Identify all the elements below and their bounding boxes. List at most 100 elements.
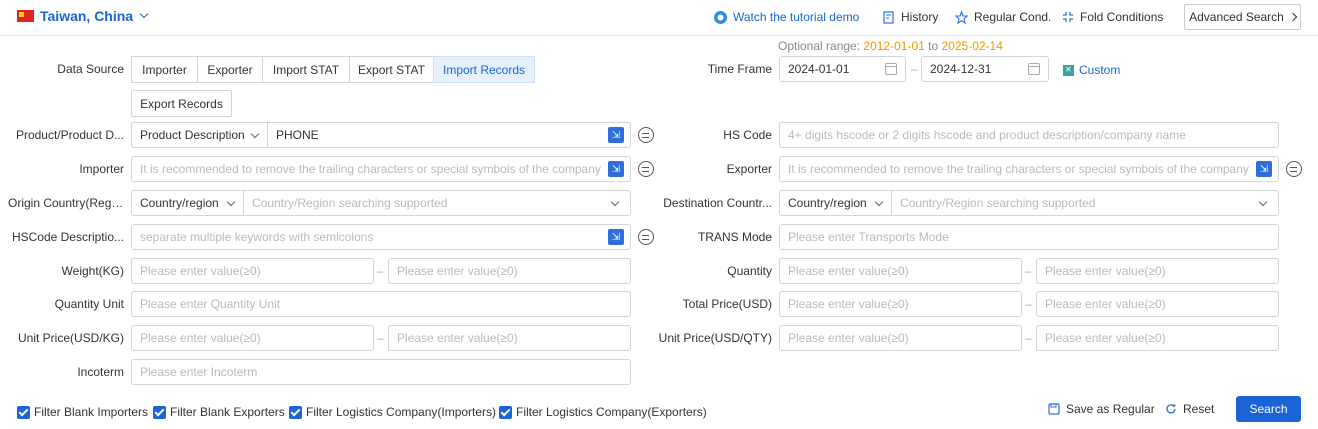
unit-price-kg-min-input[interactable]: Please enter value(≥0): [131, 325, 374, 351]
checkbox-checked-icon: [289, 405, 302, 419]
chevron-down-icon: [226, 197, 236, 207]
range-separator: –: [377, 264, 384, 278]
range-separator: –: [377, 331, 384, 345]
ai-chat-icon[interactable]: [1286, 161, 1302, 177]
range-separator: –: [1025, 331, 1032, 345]
unit-price-kg-max-input[interactable]: Please enter value(≥0): [388, 325, 631, 351]
end-date-field[interactable]: 2024-12-31: [921, 56, 1049, 82]
unit-price-qty-label: Unit Price(USD/QTY): [658, 331, 772, 345]
unit-price-qty-max-input[interactable]: Please enter value(≥0): [1036, 325, 1279, 351]
flag-icon: [17, 10, 34, 22]
tutorial-link[interactable]: Watch the tutorial demo: [714, 10, 859, 24]
chevron-down-icon: [250, 129, 260, 139]
exporter-input[interactable]: It is recommended to remove the trailing…: [779, 156, 1279, 182]
hscode-desc-label: HSCode Descriptio...: [11, 230, 124, 244]
checkbox-checked-icon: [17, 405, 30, 419]
origin-input[interactable]: Country/Region searching supported: [243, 190, 631, 216]
save-as-regular-button[interactable]: Save as Regular: [1047, 402, 1155, 416]
fold-conditions-link[interactable]: Fold Conditions: [1061, 10, 1163, 24]
weight-max-input[interactable]: Please enter value(≥0): [388, 258, 631, 284]
expand-icon[interactable]: ⇲: [608, 127, 624, 143]
ai-chat-icon[interactable]: [638, 229, 654, 245]
date-separator: –: [911, 62, 918, 76]
source-import-records[interactable]: Import Records: [433, 56, 535, 83]
hs-code-input[interactable]: 4+ digits hscode or 2 digits hscode and …: [779, 122, 1279, 148]
history-link[interactable]: History: [882, 10, 938, 24]
play-icon: [714, 10, 727, 24]
origin-label: Origin Country(Regi...: [8, 196, 124, 210]
total-price-min-input[interactable]: Please enter value(≥0): [779, 291, 1022, 317]
exporter-label: Exporter: [726, 162, 772, 176]
quantity-label: Quantity: [727, 264, 772, 278]
quantity-unit-input[interactable]: Please enter Quantity Unit: [131, 291, 631, 317]
total-price-max-input[interactable]: Please enter value(≥0): [1036, 291, 1279, 317]
quantity-min-input[interactable]: Please enter value(≥0): [779, 258, 1022, 284]
hs-code-label: HS Code: [723, 128, 772, 142]
destination-input[interactable]: Country/Region searching supported: [891, 190, 1279, 216]
custom-range-link[interactable]: Custom: [1063, 63, 1120, 77]
hscode-desc-input[interactable]: separate multiple keywords with semicolo…: [131, 224, 631, 250]
calendar-icon: [1028, 63, 1040, 75]
trans-mode-input[interactable]: Please enter Transports Mode: [779, 224, 1279, 250]
checkbox-checked-icon: [499, 405, 512, 419]
weight-label: Weight(KG): [61, 264, 124, 278]
source-import-stat[interactable]: Import STAT: [262, 56, 350, 83]
star-icon: [955, 10, 968, 24]
history-icon: [882, 10, 895, 24]
reset-button[interactable]: Reset: [1164, 402, 1214, 416]
incoterm-input[interactable]: Please enter Incoterm: [131, 359, 631, 385]
product-type-select[interactable]: Product Description: [131, 122, 268, 148]
top-bar: Taiwan, China Watch the tutorial demo Hi…: [0, 0, 1318, 36]
optional-range: Optional range: 2012-01-01 to 2025-02-14: [778, 39, 1003, 53]
calendar-icon: [885, 63, 897, 75]
chevron-down-icon: [139, 9, 149, 19]
origin-type-select[interactable]: Country/region: [131, 190, 244, 216]
advanced-search-button[interactable]: Advanced Search: [1184, 4, 1301, 30]
destination-label: Destination Countr...: [663, 196, 772, 210]
data-source-label: Data Source: [57, 62, 124, 76]
weight-min-input[interactable]: Please enter value(≥0): [131, 258, 374, 284]
ai-chat-icon[interactable]: [638, 161, 654, 177]
checkbox-checked-icon: [153, 405, 166, 419]
ai-chat-icon[interactable]: [638, 127, 654, 143]
regular-cond-link[interactable]: Regular Cond.: [955, 10, 1051, 24]
chevron-down-icon: [874, 197, 884, 207]
fold-icon: [1061, 11, 1074, 24]
range-separator: –: [1025, 264, 1032, 278]
country-label: Taiwan, China: [40, 8, 134, 24]
country-selector[interactable]: Taiwan, China: [17, 8, 149, 24]
quantity-max-input[interactable]: Please enter value(≥0): [1036, 258, 1279, 284]
product-label: Product/Product D...: [15, 128, 124, 142]
expand-icon[interactable]: ⇲: [608, 161, 624, 177]
chevron-down-icon: [610, 197, 620, 207]
trans-mode-label: TRANS Mode: [697, 230, 772, 244]
start-date-field[interactable]: 2024-01-01: [779, 56, 906, 82]
chevron-down-icon: [1258, 197, 1268, 207]
time-frame-label: Time Frame: [707, 62, 772, 76]
product-input[interactable]: PHONE: [267, 122, 631, 148]
source-exporter[interactable]: Exporter: [197, 56, 263, 83]
unit-price-kg-label: Unit Price(USD/KG): [17, 331, 124, 345]
source-importer[interactable]: Importer: [131, 56, 198, 83]
unit-price-qty-min-input[interactable]: Please enter value(≥0): [779, 325, 1022, 351]
search-button[interactable]: Search: [1236, 396, 1301, 422]
importer-label: Importer: [79, 162, 124, 176]
filter-blank-importers-checkbox[interactable]: Filter Blank Importers: [17, 405, 148, 419]
chevron-right-icon: [1288, 12, 1298, 22]
quantity-unit-label: Quantity Unit: [54, 297, 124, 311]
refresh-icon: [1164, 403, 1177, 416]
save-icon: [1047, 403, 1060, 416]
source-export-stat[interactable]: Export STAT: [349, 56, 434, 83]
importer-input[interactable]: It is recommended to remove the trailing…: [131, 156, 631, 182]
filter-blank-exporters-checkbox[interactable]: Filter Blank Exporters: [153, 405, 285, 419]
custom-icon: [1063, 64, 1074, 76]
expand-icon[interactable]: ⇲: [608, 229, 624, 245]
incoterm-label: Incoterm: [77, 365, 124, 379]
destination-type-select[interactable]: Country/region: [779, 190, 892, 216]
filter-logistics-importers-checkbox[interactable]: Filter Logistics Company(Importers): [289, 405, 496, 419]
total-price-label: Total Price(USD): [682, 297, 772, 311]
source-export-records[interactable]: Export Records: [131, 90, 232, 117]
filter-logistics-exporters-checkbox[interactable]: Filter Logistics Company(Exporters): [499, 405, 707, 419]
expand-icon[interactable]: ⇲: [1256, 161, 1272, 177]
range-separator: –: [1025, 297, 1032, 311]
